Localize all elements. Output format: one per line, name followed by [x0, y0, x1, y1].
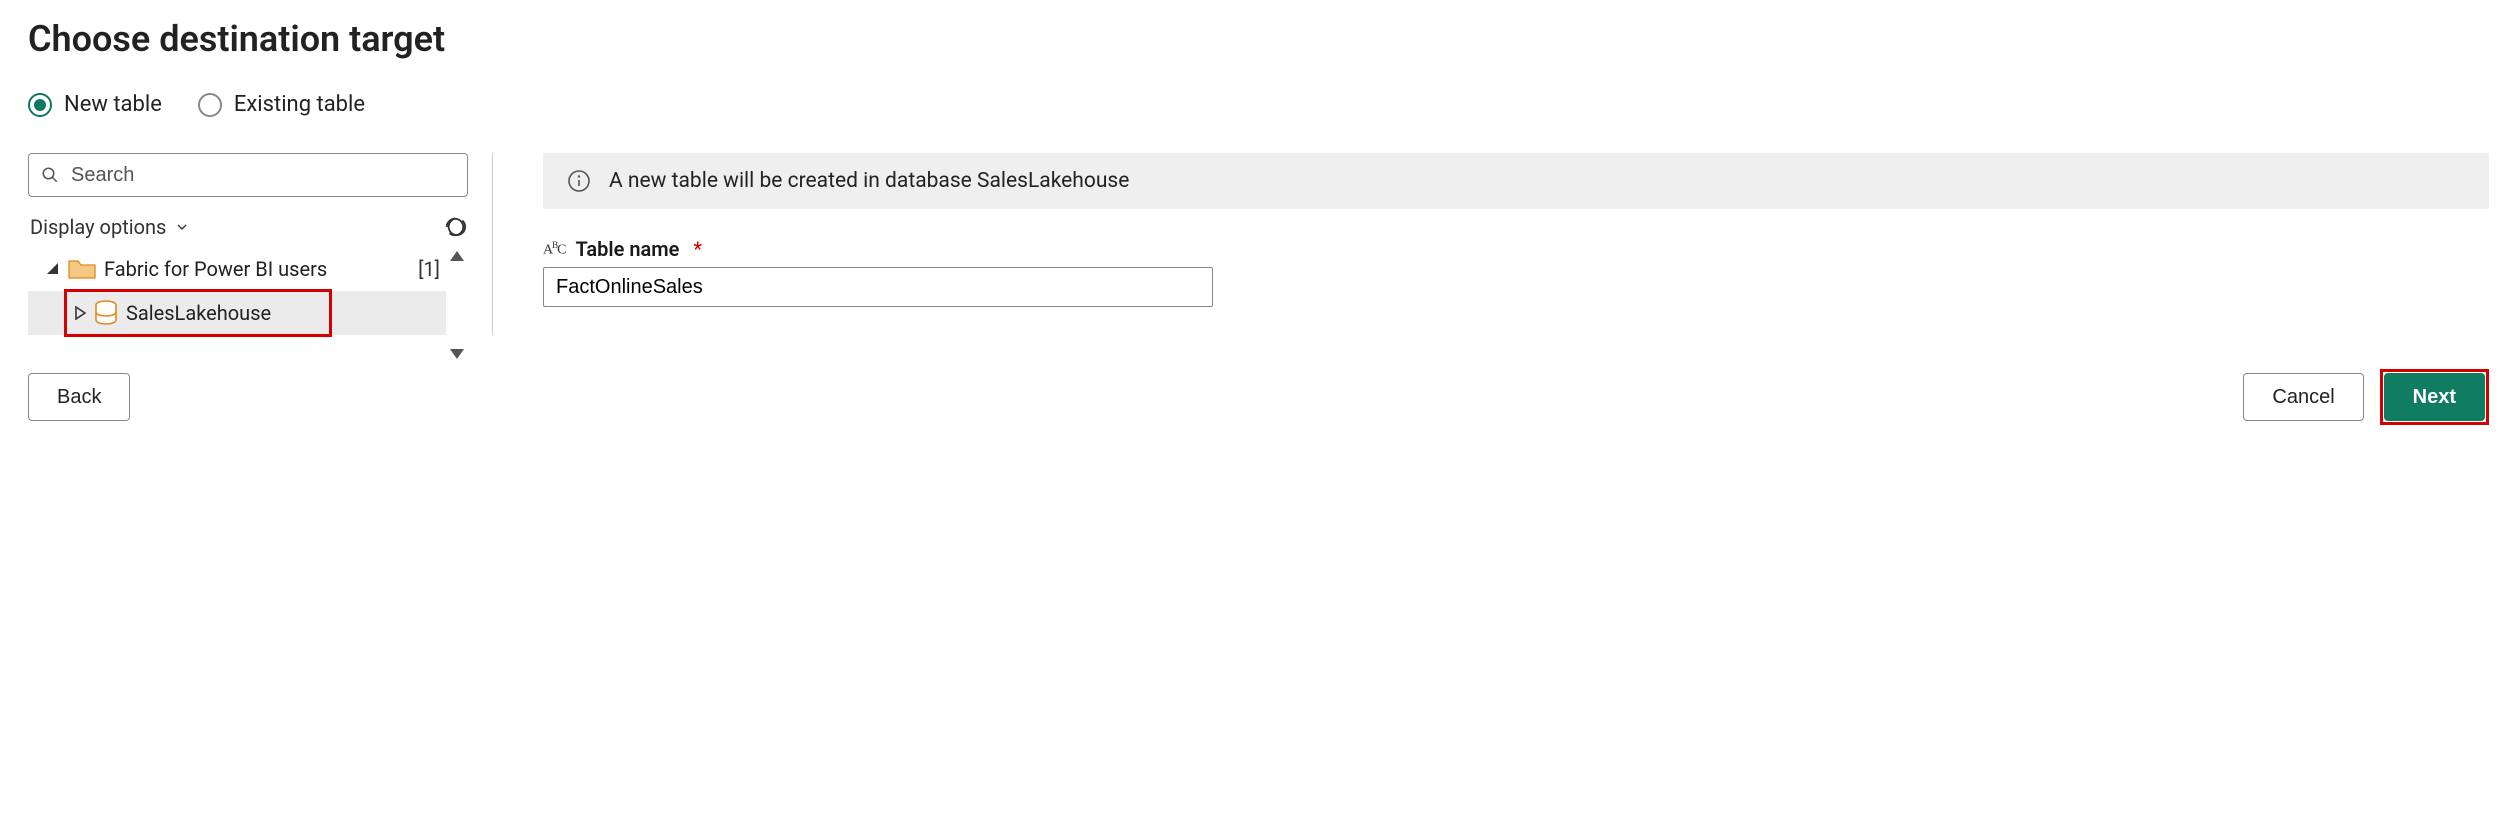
search-icon — [41, 166, 59, 184]
cancel-button[interactable]: Cancel — [2243, 373, 2363, 421]
radio-existing-table[interactable]: Existing table — [198, 92, 365, 117]
radio-circle-icon — [28, 93, 52, 117]
search-input[interactable] — [69, 163, 455, 188]
back-button[interactable]: Back — [28, 373, 130, 421]
destination-tree-pane: Display options — [28, 153, 468, 335]
info-banner-text: A new table will be created in database … — [609, 169, 1129, 193]
info-icon — [567, 169, 591, 193]
database-icon — [94, 300, 118, 326]
pane-divider — [492, 153, 493, 335]
tree-node-workspace-label: Fabric for Power BI users — [104, 257, 327, 281]
tree-scrollbar[interactable] — [450, 251, 466, 359]
table-name-input[interactable] — [543, 267, 1213, 307]
refresh-button[interactable] — [444, 216, 466, 238]
next-button[interactable]: Next — [2384, 373, 2485, 421]
display-options-dropdown[interactable]: Display options — [30, 215, 190, 239]
tree-node-workspace-count: [1] — [418, 257, 446, 281]
table-name-label-row: ABC Table name * — [543, 237, 2489, 261]
text-type-icon: ABC — [543, 241, 565, 258]
radio-new-table-label: New table — [64, 92, 162, 117]
scroll-down-icon — [450, 349, 464, 359]
table-name-label: Table name — [575, 237, 679, 261]
scroll-up-icon — [450, 251, 464, 261]
tree-node-lakehouse-label: SalesLakehouse — [126, 301, 271, 325]
tree-node-lakehouse[interactable]: SalesLakehouse — [28, 291, 446, 335]
tree-node-workspace[interactable]: Fabric for Power BI users [1] — [28, 247, 446, 291]
chevron-down-icon — [174, 219, 190, 235]
caret-collapsed-icon — [74, 306, 86, 320]
caret-expanded-icon — [46, 262, 60, 276]
radio-circle-icon — [198, 93, 222, 117]
required-asterisk: * — [693, 237, 702, 261]
destination-tree: Fabric for Power BI users [1] — [28, 247, 468, 335]
radio-existing-table-label: Existing table — [234, 92, 365, 117]
folder-icon — [68, 258, 96, 280]
info-banner: A new table will be created in database … — [543, 153, 2489, 209]
destination-details-pane: A new table will be created in database … — [517, 153, 2489, 335]
display-options-label: Display options — [30, 215, 166, 239]
wizard-footer: Back Cancel Next — [28, 369, 2489, 425]
page-title: Choose destination target — [28, 18, 2489, 60]
table-mode-radio-group: New table Existing table — [28, 92, 2489, 117]
search-box[interactable] — [28, 153, 468, 197]
radio-new-table[interactable]: New table — [28, 92, 162, 117]
